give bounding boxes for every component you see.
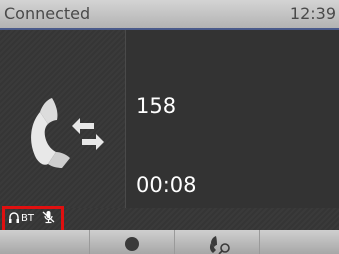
record-dot-icon[interactable] xyxy=(125,237,139,251)
call-icon-panel xyxy=(0,30,125,208)
call-duration: 00:08 xyxy=(136,173,197,197)
connection-status: Connected xyxy=(4,4,91,23)
handset-pickup-icon[interactable] xyxy=(208,234,234,254)
status-bar: Connected 12:39 xyxy=(0,0,339,30)
phone-screen: Connected 12:39 158 00:08 BT xyxy=(0,0,339,254)
clock: 12:39 xyxy=(289,4,336,23)
softkey-4[interactable] xyxy=(260,230,339,254)
handset-transfer-icon xyxy=(31,98,104,168)
softkey-1[interactable] xyxy=(0,230,90,254)
caller-number: 158 xyxy=(136,94,177,118)
